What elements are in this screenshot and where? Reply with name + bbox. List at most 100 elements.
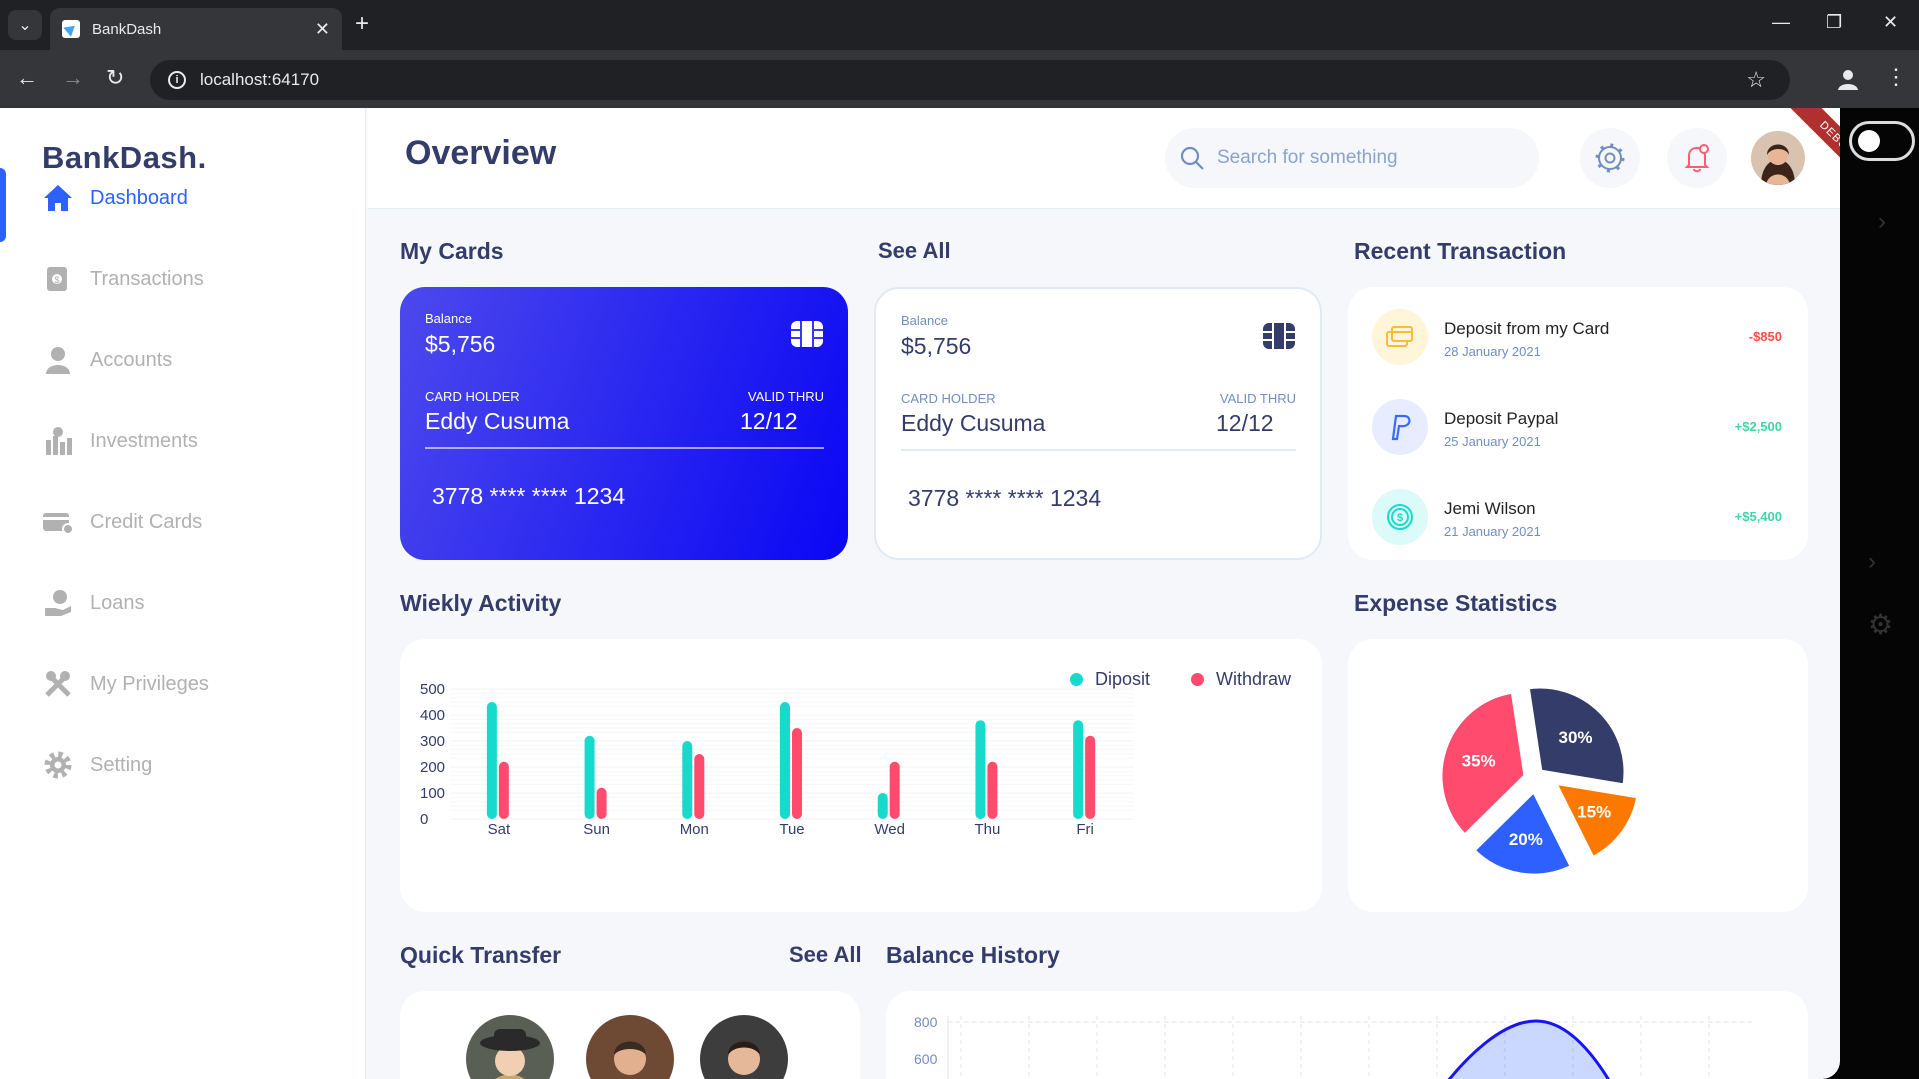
quick-transfer-see-all-link[interactable]: See All — [789, 942, 862, 968]
sidebar-item-investments[interactable]: Investments — [0, 406, 366, 476]
url-text: localhost:64170 — [200, 70, 320, 89]
sidebar-item-setting[interactable]: Setting — [0, 730, 366, 800]
browser-tabbar: ⌄ BankDash ✕ + — ❐ ✕ — [0, 0, 1919, 50]
card-chip-icon — [791, 321, 823, 347]
card-divider — [425, 447, 824, 449]
contact-avatar[interactable] — [700, 1015, 788, 1079]
weekly-activity-panel: Diposit Withdraw 0 100 200 300 400 500 Sat Sun M… — [400, 639, 1322, 912]
credit-card-secondary[interactable]: Balance $5,756 CARD HOLDER Eddy Cusuma V… — [874, 287, 1322, 560]
sidebar-item-dashboard[interactable]: Dashboard — [0, 163, 366, 242]
transaction-amount: -$850 — [1748, 329, 1782, 344]
bar-withdraw[interactable] — [694, 754, 705, 819]
bar-diposit[interactable] — [877, 793, 888, 819]
bar-diposit[interactable] — [780, 702, 790, 819]
sidebar: BankDash. Dashboard $ Transactions Accou… — [0, 108, 366, 1079]
theme-toggle[interactable] — [1849, 121, 1915, 161]
sidebar-item-transactions[interactable]: $ Transactions — [0, 244, 366, 314]
bar-diposit[interactable] — [975, 720, 986, 819]
tab-search-button[interactable]: ⌄ — [8, 10, 42, 40]
bar-withdraw[interactable] — [498, 761, 509, 819]
sidebar-item-label: Credit Cards — [90, 510, 203, 533]
tab-close-icon[interactable]: ✕ — [315, 19, 330, 40]
address-bar[interactable]: i localhost:64170 ☆ — [150, 60, 1790, 100]
header: Overview DEBUG — [367, 108, 1840, 209]
sidebar-item-credit-cards[interactable]: Credit Cards — [0, 487, 366, 557]
transaction-row[interactable]: $ Jemi Wilson 21 January 2021 +$5,400 — [1372, 489, 1782, 549]
credit-card-primary[interactable]: Balance $5,756 CARD HOLDER Eddy Cusuma V… — [400, 287, 848, 560]
transaction-row[interactable]: Deposit Paypal 25 January 2021 +$2,500 — [1372, 399, 1782, 459]
bell-icon — [1684, 144, 1710, 173]
y-tick-label: 800 — [914, 1014, 938, 1030]
gear-icon[interactable]: ⚙ — [1868, 608, 1893, 641]
dollar-icon: $ — [1372, 489, 1428, 545]
sidebar-item-loans[interactable]: Loans — [0, 568, 366, 638]
user-avatar[interactable] — [1751, 131, 1805, 185]
transaction-row[interactable]: Deposit from my Card 28 January 2021 -$8… — [1372, 309, 1782, 369]
recent-transaction-title: Recent Transaction — [1354, 238, 1567, 264]
bar-diposit[interactable] — [682, 741, 693, 819]
transaction-date: 28 January 2021 — [1444, 344, 1541, 359]
chevron-right-icon[interactable]: › — [1878, 208, 1886, 236]
transaction-title: Deposit from my Card — [1444, 319, 1610, 338]
card-icon — [1372, 309, 1428, 365]
see-all-cards-link[interactable]: See All — [878, 238, 951, 264]
weekly-activity-title: Wiekly Activity — [400, 590, 562, 616]
sidebar-item-label: My Privileges — [90, 672, 209, 695]
x-tick-label: Wed — [874, 821, 905, 838]
balance-history-title: Balance History — [886, 942, 1060, 968]
expense-pie-chart: 30% 15% 20% 35% — [1437, 683, 1642, 879]
bookmark-star-icon[interactable]: ☆ — [1746, 67, 1766, 93]
sidebar-item-label: Investments — [90, 429, 198, 452]
settings-button[interactable] — [1580, 128, 1640, 188]
bar-withdraw[interactable] — [1085, 735, 1096, 819]
pie-slice-label: 30% — [1559, 728, 1593, 747]
tab-title: BankDash — [92, 20, 162, 38]
contact-avatar[interactable] — [586, 1015, 674, 1079]
forward-arrow-icon[interactable]: → — [62, 64, 84, 92]
card-valid-label: VALID THRU — [747, 389, 824, 404]
gear-icon — [42, 749, 74, 781]
browser-tab[interactable]: BankDash ✕ — [50, 8, 342, 50]
expense-statistics-title: Expense Statistics — [1354, 590, 1558, 616]
browser-menu-icon[interactable]: ⋮ — [1885, 64, 1907, 90]
search-input[interactable] — [1217, 147, 1517, 169]
notifications-button[interactable] — [1667, 128, 1727, 188]
site-info-icon[interactable]: i — [168, 71, 186, 89]
search-icon — [1180, 146, 1204, 170]
bar-withdraw[interactable] — [987, 761, 998, 819]
profile-icon[interactable] — [1835, 66, 1861, 92]
card-balance-label: Balance — [901, 313, 948, 328]
user-icon — [42, 344, 74, 376]
bar-diposit[interactable] — [486, 702, 497, 819]
back-arrow-icon[interactable]: ← — [16, 64, 38, 92]
y-tick-label: 0 — [420, 811, 428, 828]
new-tab-button[interactable]: + — [355, 12, 369, 36]
contact-avatar[interactable] — [466, 1015, 554, 1079]
card-holder-name: Eddy Cusuma — [425, 408, 570, 434]
bar-withdraw[interactable] — [596, 787, 607, 819]
pie-slice-label: 20% — [1509, 830, 1543, 849]
transaction-title: Jemi Wilson — [1444, 499, 1536, 518]
window-close-icon[interactable]: ✕ — [1883, 12, 1898, 33]
reload-icon[interactable]: ↻ — [106, 64, 124, 92]
card-balance: $5,756 — [901, 333, 972, 359]
transaction-date: 25 January 2021 — [1444, 434, 1541, 449]
y-tick-label: 100 — [420, 785, 445, 802]
sidebar-item-my-privileges[interactable]: My Privileges — [0, 649, 366, 719]
quick-transfer-panel — [400, 991, 860, 1079]
x-tick-label: Fri — [1076, 821, 1094, 838]
bar-diposit[interactable] — [584, 735, 595, 819]
minimize-icon[interactable]: — — [1772, 12, 1790, 33]
bar-withdraw[interactable] — [792, 728, 802, 819]
x-tick-label: Sun — [583, 821, 610, 838]
bar-diposit[interactable] — [1073, 720, 1084, 819]
my-cards-title: My Cards — [400, 238, 504, 264]
card-valid-label: VALID THRU — [1219, 391, 1296, 406]
bar-withdraw[interactable] — [889, 761, 900, 819]
search-box[interactable] — [1165, 128, 1539, 188]
chevron-right-icon[interactable]: › — [1868, 548, 1876, 576]
gear-icon — [1595, 143, 1625, 173]
flutter-favicon-icon — [62, 20, 80, 38]
restore-icon[interactable]: ❐ — [1826, 12, 1842, 33]
sidebar-item-accounts[interactable]: Accounts — [0, 325, 366, 395]
